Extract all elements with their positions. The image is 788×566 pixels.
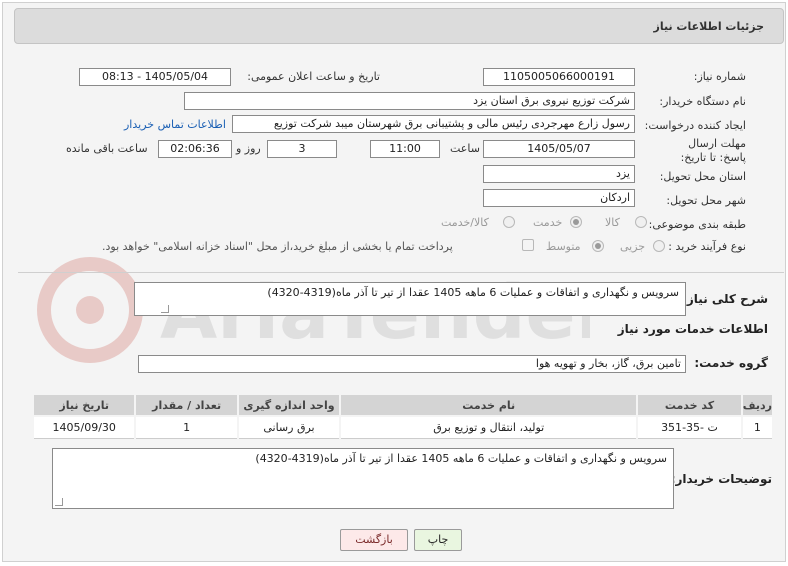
col-header-row: ردیف [740,393,775,417]
back-button[interactable]: بازگشت [340,529,408,551]
deadline-time-field[interactable]: 11:00 [370,140,440,158]
announce-date-label: تاریخ و ساعت اعلان عمومی: [247,70,380,83]
province-label: استان محل تحویل: [659,170,746,183]
creator-field[interactable]: رسول زارع مهرجردی رئیس مالی و پشتیبانی ب… [232,115,635,133]
category-radio-goods-service[interactable] [503,216,515,228]
cell-row: 1 [740,415,775,439]
announce-date-field[interactable]: 1405/05/04 - 08:13 [79,68,231,86]
treasury-checkbox[interactable] [522,239,534,251]
col-header-date: تاریخ نیاز [31,393,137,417]
category-option-goods: کالا [605,216,620,229]
summary-box[interactable]: سرویس و نگهداری و اتفاقات و عملیات 6 ماه… [134,282,686,316]
category-option-service: خدمت [533,216,563,229]
table-row[interactable]: 1 ت -35-351 تولید، انتقال و توزیع برق بر… [31,415,775,439]
buyer-org-field[interactable]: شرکت توزیع نیروی برق استان یزد [184,92,635,110]
divider-1 [18,272,784,273]
cell-qty: 1 [134,415,239,439]
services-section-title: اطلاعات خدمات مورد نیاز [617,322,768,336]
summary-label: شرح کلی نیاز: [682,292,768,306]
summary-text: سرویس و نگهداری و اتفاقات و عملیات 6 ماه… [267,286,679,299]
category-radio-goods[interactable] [635,216,647,228]
col-header-name: نام خدمت [339,393,639,417]
remaining-label: ساعت باقی مانده [66,142,148,155]
category-radio-service[interactable] [570,216,582,228]
table-header-row: ردیف کد خدمت نام خدمت واحد اندازه گیری ت… [31,393,775,417]
province-field[interactable]: یزد [483,165,635,183]
buyer-notes-box[interactable]: سرویس و نگهداری و اتفاقات و عملیات 6 ماه… [52,448,674,509]
deadline-time-label: ساعت [450,142,480,155]
deadline-label: مهلت ارسال پاسخ: تا تاریخ: [680,137,746,164]
process-option-medium: متوسط [546,240,581,253]
buyer-contact-link[interactable]: اطلاعات تماس خریدار [124,118,226,131]
service-group-label: گروه خدمت: [694,356,768,370]
days-field[interactable]: 3 [267,140,337,158]
cell-name: تولید، انتقال و توزیع برق [339,415,639,439]
buyer-org-label: نام دستگاه خریدار: [659,95,746,108]
col-header-qty: تعداد / مقدار [134,393,239,417]
col-header-code: کد خدمت [636,393,743,417]
page-title: جزئیات اطلاعات نیاز [653,20,765,33]
need-number-field[interactable]: 1105005066000191 [483,68,635,86]
service-group-field[interactable]: تامین برق، گاز، بخار و تهویه هوا [138,355,686,373]
days-label: روز و [236,142,261,155]
category-label: طبقه بندی موضوعی: [648,218,746,231]
category-option-goods-service: کالا/خدمت [441,216,489,229]
process-radio-medium[interactable] [592,240,604,252]
city-label: شهر محل تحویل: [666,194,746,207]
process-option-minor: جزیی [620,240,646,253]
remaining-time-field[interactable]: 02:06:36 [158,140,232,158]
deadline-date-field[interactable]: 1405/05/07 [483,140,635,158]
process-label: نوع فرآیند خرید : [668,240,746,253]
cell-date: 1405/09/30 [31,415,137,439]
services-table: ردیف کد خدمت نام خدمت واحد اندازه گیری ت… [31,393,775,439]
creator-label: ایجاد کننده درخواست: [644,119,746,132]
buyer-notes-text: سرویس و نگهداری و اتفاقات و عملیات 6 ماه… [255,452,667,465]
payment-note: پرداخت تمام یا بخشی از مبلغ خرید،از محل … [102,240,453,253]
process-radio-minor[interactable] [653,240,665,252]
cell-unit: برق رسانی [236,415,342,439]
resize-handle[interactable] [55,498,63,506]
print-button[interactable]: چاپ [414,529,462,551]
col-header-unit: واحد اندازه گیری [236,393,342,417]
city-field[interactable]: اردکان [483,189,635,207]
resize-handle[interactable] [161,305,169,313]
need-number-label: شماره نیاز: [693,70,746,83]
cell-code: ت -35-351 [636,415,743,439]
buyer-notes-label: توضیحات خریدار: [670,472,772,486]
